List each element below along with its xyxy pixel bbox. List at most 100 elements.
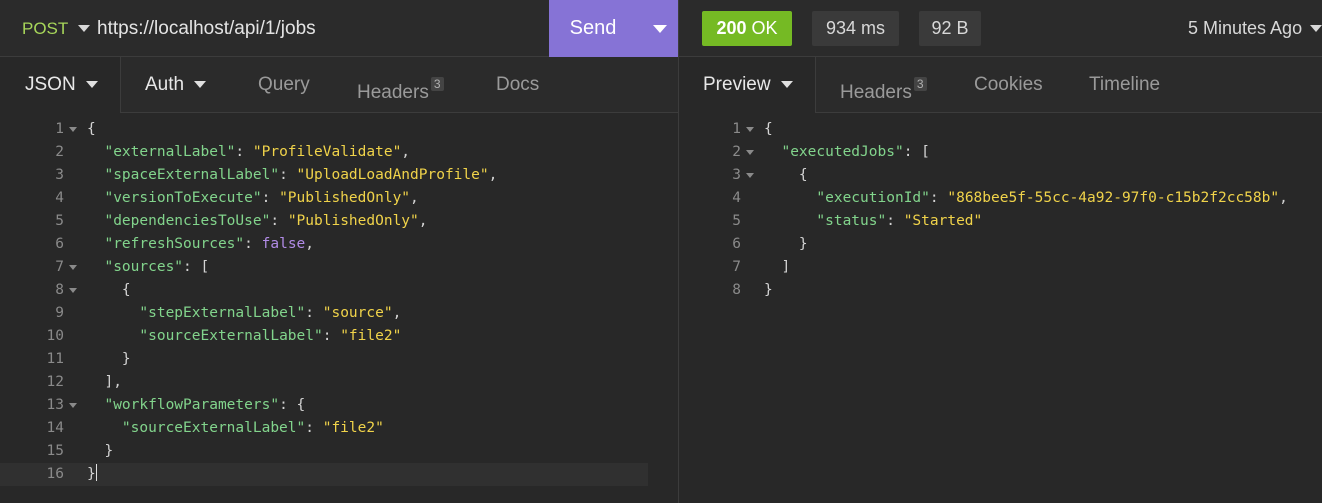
code-token: :	[886, 213, 904, 229]
code-token: false	[261, 236, 306, 252]
fold-toggle-icon[interactable]	[69, 127, 77, 132]
code-line[interactable]: 6 "refreshSources": false,	[0, 233, 678, 256]
response-size-badge: 92 B	[919, 11, 981, 46]
line-number: 11	[46, 351, 64, 367]
code-line[interactable]: 1{	[0, 118, 678, 141]
code-line[interactable]: 11 }	[0, 348, 678, 371]
code-text: "sourceExternalLabel": "file2"	[87, 417, 384, 440]
code-token: }	[764, 282, 773, 298]
code-token: "sourceExternalLabel"	[121, 420, 306, 436]
code-line[interactable]: 5 "dependenciesToUse": "PublishedOnly",	[0, 210, 678, 233]
code-token: "source"	[322, 305, 393, 321]
line-number: 15	[46, 443, 64, 459]
tab-cookies[interactable]: Cookies	[974, 57, 1043, 112]
tab-preview[interactable]: Preview	[679, 57, 816, 113]
code-token: }	[764, 236, 808, 252]
code-text: "status": "Started"	[764, 210, 982, 233]
code-line[interactable]: 12 ],	[0, 371, 678, 394]
code-line[interactable]: 8 {	[0, 279, 678, 302]
request-body-editor[interactable]: 1{2 "externalLabel": "ProfileValidate", 3…	[0, 118, 678, 486]
code-token: {	[764, 121, 773, 137]
code-token: "spaceExternalLabel"	[104, 167, 280, 183]
code-text: }	[764, 279, 773, 302]
code-text: {	[87, 279, 131, 302]
fold-toggle-icon[interactable]	[69, 403, 77, 408]
code-token: ],	[87, 374, 122, 390]
chevron-down-icon	[780, 81, 793, 89]
send-button[interactable]: Send	[549, 0, 678, 57]
line-number: 7	[55, 259, 64, 275]
code-line: 4 "executionId": "868bee5f-55cc-4a92-97f…	[679, 187, 1322, 210]
chevron-down-icon[interactable]	[653, 24, 667, 33]
code-token: ,	[392, 305, 402, 321]
chevron-down-icon	[85, 81, 98, 89]
code-line[interactable]: 4 "versionToExecute": "PublishedOnly",	[0, 187, 678, 210]
code-token: ,	[305, 236, 315, 252]
fold-toggle-icon[interactable]	[746, 173, 754, 178]
line-number: 7	[732, 259, 741, 275]
code-line: 2 "executedJobs": [	[679, 141, 1322, 164]
tab-query[interactable]: Query	[258, 57, 310, 112]
code-token: "PublishedOnly"	[279, 190, 411, 206]
line-number: 1	[55, 121, 64, 137]
tab-response-headers[interactable]: Headers 3	[840, 57, 927, 112]
code-token: "sourceExternalLabel"	[139, 328, 323, 344]
code-token: {	[87, 282, 131, 298]
tab-label: Headers	[840, 82, 912, 103]
code-line[interactable]: 15 }	[0, 440, 678, 463]
line-number: 12	[46, 374, 64, 390]
response-time-badge: 934 ms	[812, 11, 899, 46]
code-text: "stepExternalLabel": "source",	[87, 302, 401, 325]
code-line[interactable]: 9 "stepExternalLabel": "source",	[0, 302, 678, 325]
code-line: 3 {	[679, 164, 1322, 187]
code-text: }	[87, 348, 131, 371]
fold-toggle-icon[interactable]	[746, 127, 754, 132]
tab-timeline[interactable]: Timeline	[1089, 57, 1160, 112]
code-text: }	[87, 440, 113, 463]
code-token: ,	[418, 213, 428, 229]
line-number: 1	[732, 121, 741, 137]
code-line[interactable]: 7 "sources": [	[0, 256, 678, 279]
code-token: : [	[903, 144, 930, 160]
line-number: 3	[55, 167, 64, 183]
code-text: }	[87, 463, 97, 486]
line-number: 6	[55, 236, 64, 252]
code-line[interactable]: 13 "workflowParameters": {	[0, 394, 678, 417]
tab-json[interactable]: JSON	[0, 57, 121, 113]
fold-toggle-icon[interactable]	[69, 265, 77, 270]
code-token: :	[244, 236, 262, 252]
chevron-down-icon	[1310, 25, 1322, 32]
line-number: 13	[46, 397, 64, 413]
response-tabs: Preview Headers 3 Cookies Timeline	[679, 57, 1322, 113]
fold-toggle-icon[interactable]	[746, 150, 754, 155]
code-text: {	[764, 164, 808, 187]
code-token: "UploadLoadAndProfile"	[296, 167, 489, 183]
url-input[interactable]: https://localhost/api/1/jobs	[97, 0, 316, 57]
code-line[interactable]: 16}	[0, 463, 648, 486]
line-number: 8	[732, 282, 741, 298]
code-token: }	[87, 351, 131, 367]
tab-docs[interactable]: Docs	[496, 57, 539, 112]
history-dropdown[interactable]: 5 Minutes Ago	[1188, 0, 1322, 57]
code-token: "PublishedOnly"	[287, 213, 419, 229]
line-number: 9	[55, 305, 64, 321]
method-dropdown[interactable]: POST	[22, 0, 91, 57]
tab-headers[interactable]: Headers 3	[357, 57, 444, 112]
fold-toggle-icon[interactable]	[69, 288, 77, 293]
code-line[interactable]: 10 "sourceExternalLabel": "file2"	[0, 325, 678, 348]
line-number: 5	[55, 213, 64, 229]
code-line[interactable]: 2 "externalLabel": "ProfileValidate",	[0, 141, 678, 164]
code-line[interactable]: 14 "sourceExternalLabel": "file2"	[0, 417, 678, 440]
tab-auth[interactable]: Auth	[145, 57, 207, 112]
code-line[interactable]: 3 "spaceExternalLabel": "UploadLoadAndPr…	[0, 164, 678, 187]
request-tabs: JSON Auth Query Headers 3 Docs	[0, 57, 678, 113]
code-token: "executedJobs"	[781, 144, 904, 160]
response-preview: 1 {2 "executedJobs": [3 {4 "executionId":…	[679, 118, 1322, 302]
